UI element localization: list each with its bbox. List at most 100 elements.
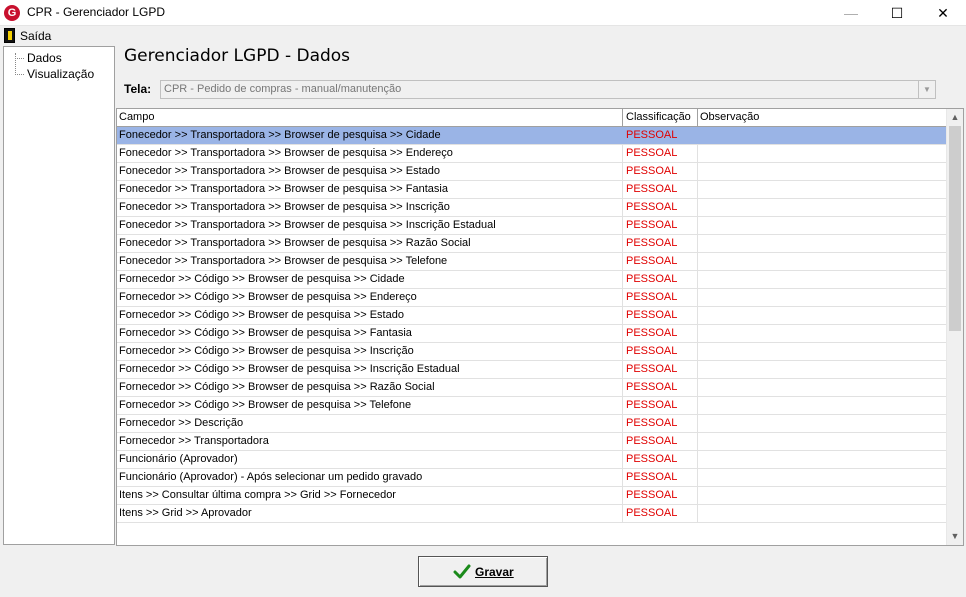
cell-classificacao: PESSOAL [623,271,698,288]
exit-door-icon [4,28,15,43]
table-row[interactable]: Fonecedor >> Transportadora >> Browser d… [117,199,947,217]
menu-exit[interactable]: Saída [2,27,55,45]
cell-classificacao: PESSOAL [623,307,698,324]
table-row[interactable]: Fonecedor >> Transportadora >> Browser d… [117,127,947,145]
cell-observacao [698,505,947,522]
cell-observacao [698,271,947,288]
cell-observacao [698,307,947,324]
cell-classificacao: PESSOAL [623,235,698,252]
cell-classificacao: PESSOAL [623,379,698,396]
cell-classificacao: PESSOAL [623,217,698,234]
cell-observacao [698,487,947,504]
table-row[interactable]: Fornecedor >> Descrição PESSOAL [117,415,947,433]
table-row[interactable]: Fornecedor >> Código >> Browser de pesqu… [117,325,947,343]
table-row[interactable]: Fornecedor >> Transportadora PESSOAL [117,433,947,451]
table-row[interactable]: Fonecedor >> Transportadora >> Browser d… [117,235,947,253]
table-row[interactable]: Fornecedor >> Código >> Browser de pesqu… [117,361,947,379]
close-button[interactable]: ✕ [920,0,966,26]
cell-observacao [698,361,947,378]
cell-observacao [698,379,947,396]
table-row[interactable]: Fonecedor >> Transportadora >> Browser d… [117,163,947,181]
table-row[interactable]: Fornecedor >> Código >> Browser de pesqu… [117,397,947,415]
table-row[interactable]: Fornecedor >> Código >> Browser de pesqu… [117,343,947,361]
table-row[interactable]: Fornecedor >> Código >> Browser de pesqu… [117,307,947,325]
table-row[interactable]: Fonecedor >> Transportadora >> Browser d… [117,181,947,199]
cell-campo: Fornecedor >> Código >> Browser de pesqu… [117,343,623,360]
minimize-button[interactable]: — [828,0,874,26]
maximize-button[interactable]: ☐ [874,0,920,26]
cell-observacao [698,289,947,306]
cell-campo: Fornecedor >> Transportadora [117,433,623,450]
app-logo-icon: G [4,5,20,21]
table-row[interactable]: Fornecedor >> Código >> Browser de pesqu… [117,379,947,397]
table-row[interactable]: Itens >> Consultar última compra >> Grid… [117,487,947,505]
tela-label: Tela: [124,82,152,96]
table-row[interactable]: Fonecedor >> Transportadora >> Browser d… [117,145,947,163]
cell-campo: Fonecedor >> Transportadora >> Browser d… [117,163,623,180]
cell-classificacao: PESSOAL [623,343,698,360]
cell-campo: Fonecedor >> Transportadora >> Browser d… [117,199,623,216]
column-header-campo[interactable]: Campo [117,109,623,126]
cell-observacao [698,199,947,216]
cell-classificacao: PESSOAL [623,433,698,450]
cell-classificacao: PESSOAL [623,397,698,414]
table-row[interactable]: Fornecedor >> Código >> Browser de pesqu… [117,271,947,289]
scroll-up-arrow-icon[interactable]: ▲ [947,109,963,126]
cell-observacao [698,469,947,486]
cell-observacao [698,415,947,432]
cell-classificacao: PESSOAL [623,253,698,270]
cell-classificacao: PESSOAL [623,487,698,504]
cell-classificacao: PESSOAL [623,361,698,378]
checkmark-icon [453,564,471,579]
cell-classificacao: PESSOAL [623,289,698,306]
cell-campo: Fornecedor >> Código >> Browser de pesqu… [117,379,623,396]
table-row[interactable]: Fornecedor >> Código >> Browser de pesqu… [117,289,947,307]
tree-item-label: Dados [27,51,62,65]
menu-bar: Saída [0,26,966,46]
cell-classificacao: PESSOAL [623,505,698,522]
cell-campo: Fornecedor >> Código >> Browser de pesqu… [117,271,623,288]
cell-observacao [698,253,947,270]
cell-campo: Fonecedor >> Transportadora >> Browser d… [117,253,623,270]
grid-header: Campo Classificação Observação [117,109,947,127]
column-header-classificacao[interactable]: Classificação [623,109,698,126]
cell-campo: Fornecedor >> Código >> Browser de pesqu… [117,397,623,414]
table-row[interactable]: Fonecedor >> Transportadora >> Browser d… [117,217,947,235]
cell-classificacao: PESSOAL [623,415,698,432]
chevron-down-icon[interactable]: ▼ [918,81,935,98]
cell-campo: Funcionário (Aprovador) - Após seleciona… [117,469,623,486]
cell-observacao [698,451,947,468]
table-row[interactable]: Fonecedor >> Transportadora >> Browser d… [117,253,947,271]
tela-select[interactable]: CPR - Pedido de compras - manual/manuten… [160,80,936,99]
title-bar: G CPR - Gerenciador LGPD — ☐ ✕ [0,0,966,26]
save-button[interactable]: Gravar [418,556,548,587]
table-row[interactable]: Itens >> Grid >> Aprovador PESSOAL [117,505,947,523]
cell-classificacao: PESSOAL [623,199,698,216]
table-row[interactable]: Funcionário (Aprovador) PESSOAL [117,451,947,469]
tree-item-dados[interactable]: Dados [4,50,62,66]
cell-observacao [698,163,947,180]
cell-classificacao: PESSOAL [623,127,698,144]
scroll-down-arrow-icon[interactable]: ▼ [947,528,963,545]
column-header-observacao[interactable]: Observação [698,109,947,126]
cell-campo: Itens >> Grid >> Aprovador [117,505,623,522]
scrollbar-thumb[interactable] [949,126,961,331]
cell-observacao [698,325,947,342]
cell-classificacao: PESSOAL [623,325,698,342]
cell-observacao [698,181,947,198]
cell-classificacao: PESSOAL [623,451,698,468]
cell-campo: Itens >> Consultar última compra >> Grid… [117,487,623,504]
cell-observacao [698,145,947,162]
cell-observacao [698,127,947,144]
cell-observacao [698,397,947,414]
cell-observacao [698,433,947,450]
page-title: Gerenciador LGPD - Dados [124,46,351,66]
table-row[interactable]: Funcionário (Aprovador) - Após seleciona… [117,469,947,487]
vertical-scrollbar[interactable]: ▲ ▼ [946,109,963,545]
cell-campo: Fonecedor >> Transportadora >> Browser d… [117,145,623,162]
cell-campo: Funcionário (Aprovador) [117,451,623,468]
lgpd-fields-grid: Campo Classificação Observação Fonecedor… [116,108,964,546]
menu-exit-label: Saída [20,29,52,43]
cell-campo: Fornecedor >> Descrição [117,415,623,432]
tree-item-visualizacao[interactable]: Visualização [4,66,94,82]
